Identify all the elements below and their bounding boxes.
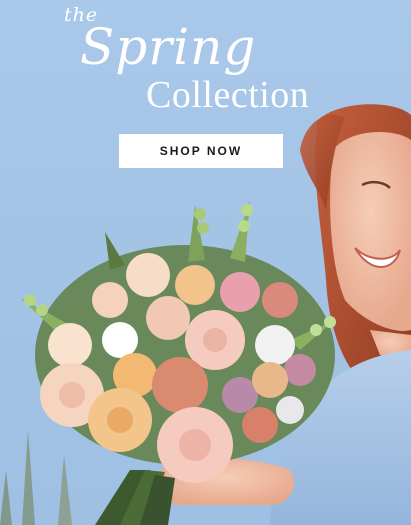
spring-collection-banner[interactable]: the Spring Collection SHOP NOW	[0, 0, 411, 525]
headline-title: Collection	[146, 74, 310, 116]
flower-bouquet	[20, 200, 336, 483]
headline-script: Spring	[80, 18, 257, 76]
bouquet-stems	[95, 470, 175, 525]
background-trees	[0, 430, 72, 525]
shop-now-button[interactable]: SHOP NOW	[119, 134, 283, 168]
